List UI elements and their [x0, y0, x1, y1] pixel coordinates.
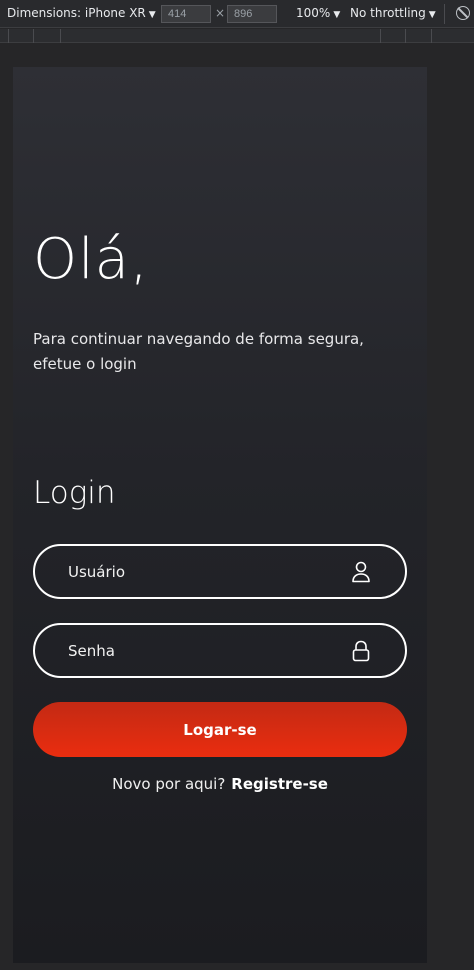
zoom-caret-icon: ▼ — [333, 10, 341, 20]
user-icon — [352, 561, 370, 582]
devtools-toolbar: Dimensions: iPhone XR▼ × 100%▼ No thrott… — [0, 0, 474, 28]
intro-text: Para continuar navegando de forma segura… — [33, 330, 364, 373]
toolbar-divider — [444, 4, 445, 24]
lock-icon — [352, 640, 370, 661]
username-field[interactable] — [33, 544, 407, 599]
device-viewport: Olá, Para continuar navegando de forma s… — [13, 67, 427, 963]
signup-row: Novo por aqui? Registre-se — [13, 775, 427, 793]
times-sign: × — [215, 6, 226, 20]
device-caret-icon: ▼ — [148, 10, 156, 20]
throttling-selector[interactable]: No throttling ▼ — [350, 6, 436, 20]
width-input[interactable] — [161, 5, 211, 23]
height-input[interactable] — [227, 5, 277, 23]
login-title: Login — [33, 475, 116, 511]
password-field[interactable] — [33, 623, 407, 678]
signup-link[interactable]: Registre-se — [231, 775, 328, 793]
throttling-caret-icon: ▼ — [428, 10, 436, 20]
username-input[interactable] — [68, 562, 351, 581]
signup-prompt: Novo por aqui? — [112, 775, 226, 793]
zoom-label: 100% — [296, 6, 331, 20]
greeting-heading: Olá, — [33, 227, 149, 292]
throttling-label: No throttling — [350, 6, 426, 20]
login-button[interactable]: Logar-se — [33, 702, 407, 757]
no-entry-icon[interactable] — [456, 6, 470, 20]
device-label: Dimensions: iPhone XR — [7, 6, 146, 20]
device-selector[interactable]: Dimensions: iPhone XR ▼ — [7, 6, 156, 20]
zoom-selector[interactable]: 100% ▼ — [296, 6, 340, 20]
password-input[interactable] — [68, 641, 351, 660]
media-query-ruler — [0, 29, 474, 43]
